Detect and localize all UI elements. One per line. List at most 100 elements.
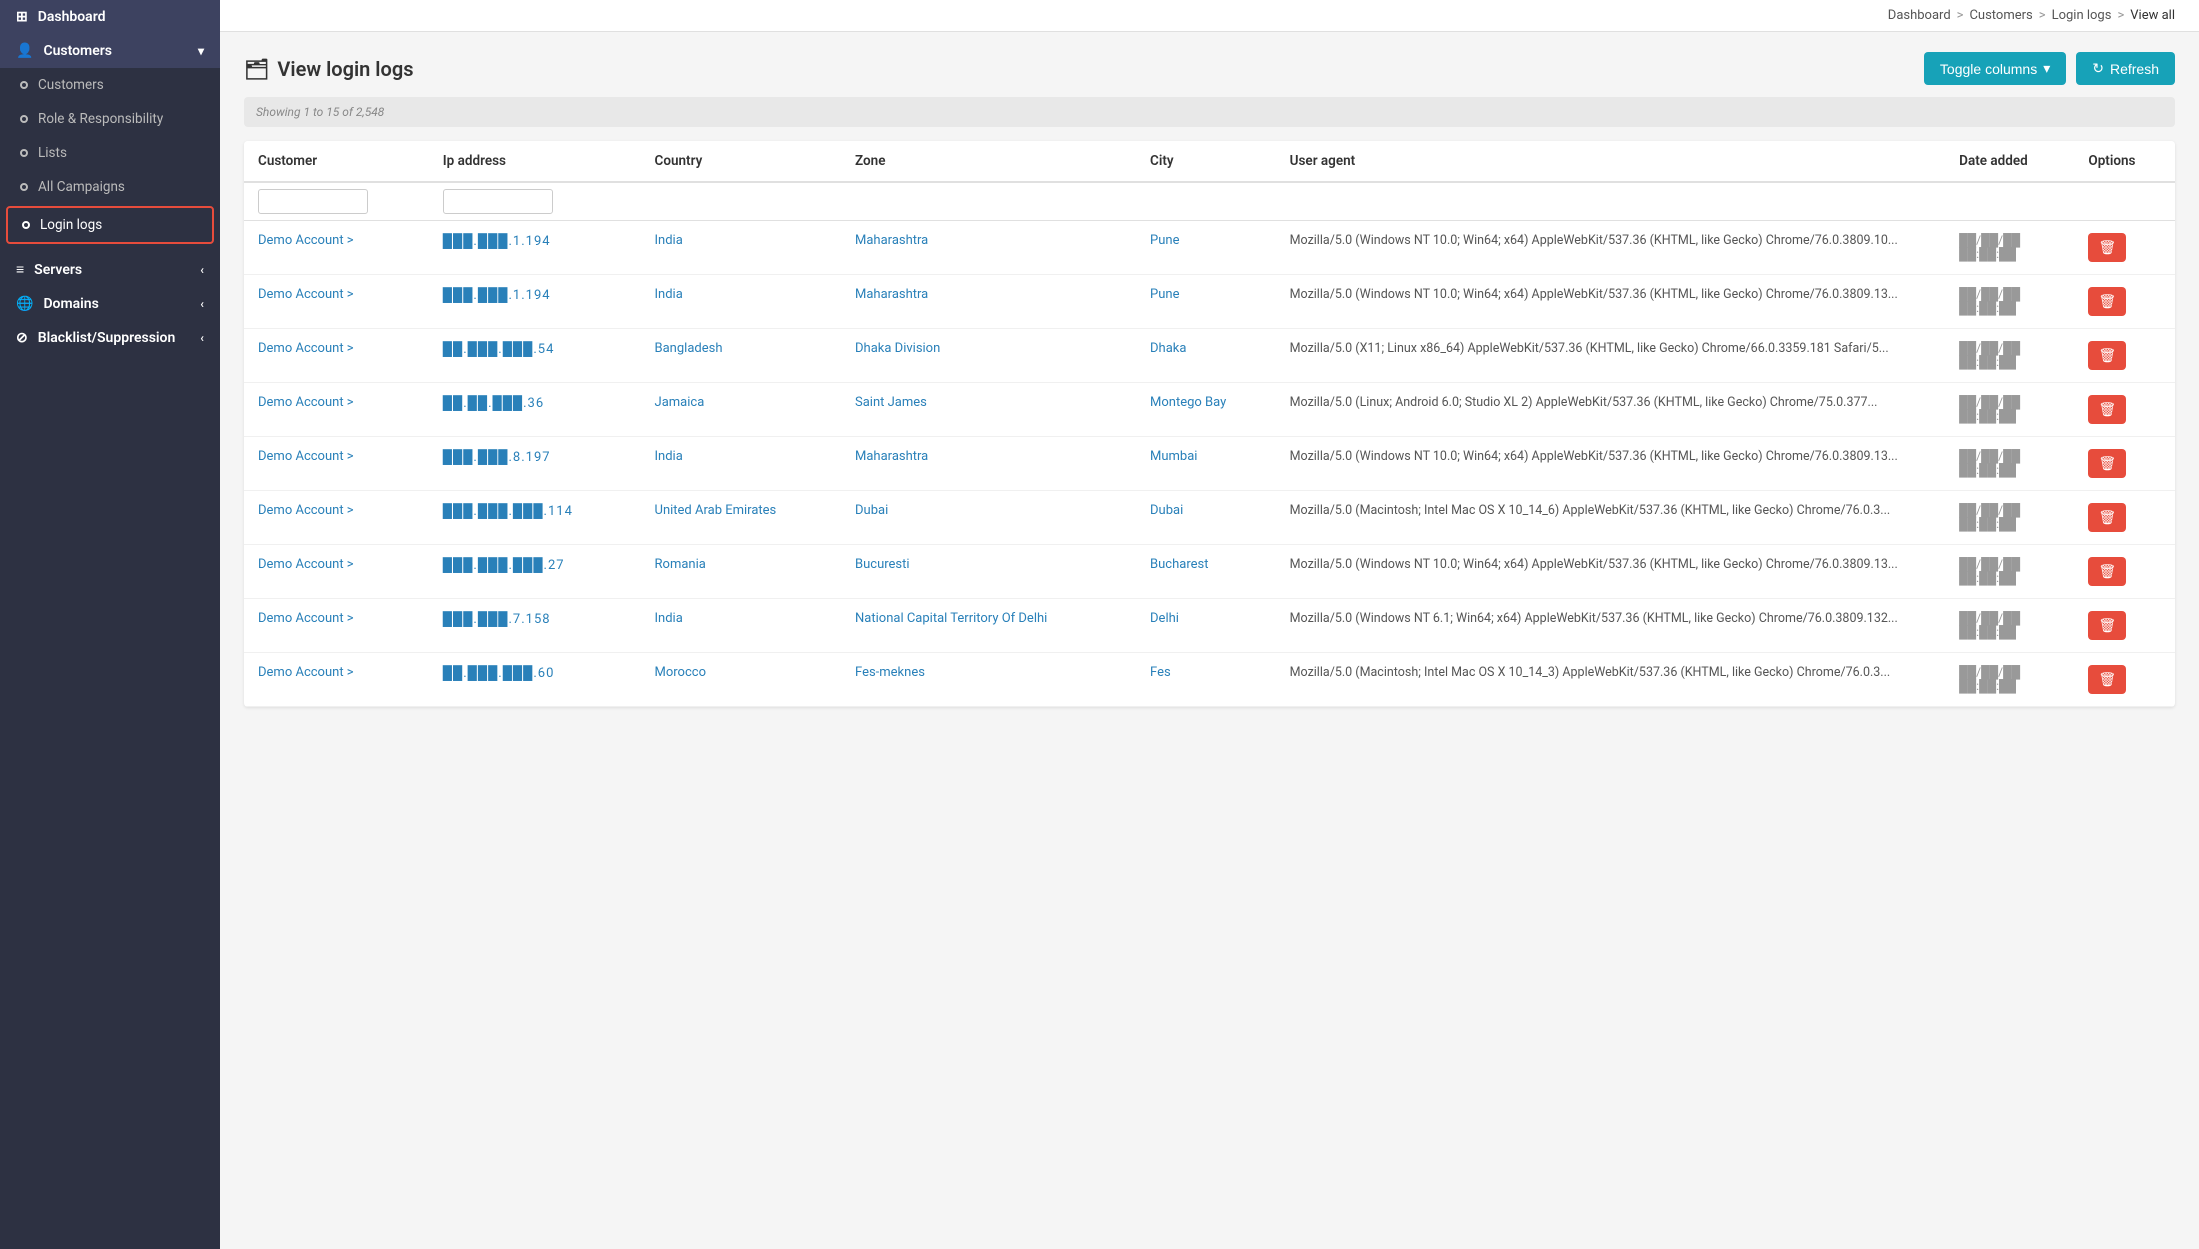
table-row: Demo Account > ███.███.███.114 United Ar… xyxy=(244,491,2175,545)
table-row: Demo Account > ██.███.███.54 Bangladesh … xyxy=(244,329,2175,383)
zone-cell: National Capital Territory Of Delhi xyxy=(841,599,1136,653)
customer-link[interactable]: Demo Account > xyxy=(258,287,415,302)
sidebar-item-servers[interactable]: ≡ Servers ‹ xyxy=(0,252,220,287)
delete-button[interactable]: 🗑 xyxy=(2088,341,2126,370)
dot-icon xyxy=(22,221,30,229)
user-agent-cell: Mozilla/5.0 (Windows NT 10.0; Win64; x64… xyxy=(1276,545,1946,599)
sidebar-item-dashboard[interactable]: ⊞ Dashboard xyxy=(0,0,220,34)
delete-button[interactable]: 🗑 xyxy=(2088,611,2126,640)
user-agent-cell: Mozilla/5.0 (Linux; Android 6.0; Studio … xyxy=(1276,383,1946,437)
customer-link[interactable]: Demo Account > xyxy=(258,503,415,518)
customer-link[interactable]: Demo Account > xyxy=(258,341,415,356)
country-cell: United Arab Emirates xyxy=(641,491,842,545)
delete-button[interactable]: 🗑 xyxy=(2088,665,2126,694)
country-cell: Jamaica xyxy=(641,383,842,437)
sidebar-item-blacklist[interactable]: ⊘ Blacklist/Suppression ‹ xyxy=(0,321,220,355)
delete-button[interactable]: 🗑 xyxy=(2088,557,2126,586)
refresh-button[interactable]: ↻ Refresh xyxy=(2076,52,2175,85)
country-cell: Romania xyxy=(641,545,842,599)
customer-cell: Demo Account > xyxy=(244,383,429,437)
dot-icon xyxy=(20,115,28,123)
chevron-left-icon: ‹ xyxy=(200,263,204,277)
sidebar-item-customers-parent[interactable]: 👤 Customers ▾ xyxy=(0,34,220,68)
delete-button[interactable]: 🗑 xyxy=(2088,287,2126,316)
date-1: ██/██/██ xyxy=(1959,449,2060,463)
zone-cell: Maharashtra xyxy=(841,437,1136,491)
user-agent-cell: Mozilla/5.0 (Macintosh; Intel Mac OS X 1… xyxy=(1276,491,1946,545)
customer-link[interactable]: Demo Account > xyxy=(258,449,415,464)
sidebar-item-login-logs[interactable]: Login logs xyxy=(6,206,214,244)
ip-address: ███.███.███.114 xyxy=(443,504,573,519)
options-cell: 🗑 xyxy=(2074,221,2175,275)
customer-cell: Demo Account > xyxy=(244,329,429,383)
country-cell: India xyxy=(641,275,842,329)
login-logs-table: Customer Ip address Country Zone City Us… xyxy=(244,141,2175,707)
ip-cell: ██.███.███.60 xyxy=(429,653,641,707)
options-cell: 🗑 xyxy=(2074,383,2175,437)
dashboard-icon: ⊞ xyxy=(16,9,28,25)
table-row: Demo Account > ███.███.1.194 India Mahar… xyxy=(244,275,2175,329)
col-country: Country xyxy=(641,141,842,182)
options-cell: 🗑 xyxy=(2074,329,2175,383)
filter-ip-input[interactable] xyxy=(443,189,553,214)
col-date-added: Date added xyxy=(1945,141,2074,182)
dot-icon xyxy=(20,183,28,191)
customer-link[interactable]: Demo Account > xyxy=(258,557,415,572)
sidebar-item-customers[interactable]: Customers xyxy=(0,68,220,102)
sidebar-item-label: Dashboard xyxy=(38,9,106,25)
delete-button[interactable]: 🗑 xyxy=(2088,395,2126,424)
col-user-agent: User agent xyxy=(1276,141,1946,182)
customer-link[interactable]: Demo Account > xyxy=(258,233,415,248)
table-header-row: Customer Ip address Country Zone City Us… xyxy=(244,141,2175,182)
filter-row xyxy=(244,182,2175,221)
col-ip: Ip address xyxy=(429,141,641,182)
delete-button[interactable]: 🗑 xyxy=(2088,503,2126,532)
sidebar-item-label: All Campaigns xyxy=(38,179,125,195)
sidebar-item-domains[interactable]: 🌐 Domains ‹ xyxy=(0,287,220,321)
ip-cell: ███.███.7.158 xyxy=(429,599,641,653)
header-actions: Toggle columns ▾ ↻ Refresh xyxy=(1924,52,2175,85)
options-cell: 🗑 xyxy=(2074,437,2175,491)
city-cell: Pune xyxy=(1136,275,1276,329)
customer-link[interactable]: Demo Account > xyxy=(258,665,415,680)
customer-cell: Demo Account > xyxy=(244,275,429,329)
breadcrumb: Dashboard > Customers > Login logs > Vie… xyxy=(220,0,2199,32)
delete-button[interactable]: 🗑 xyxy=(2088,233,2126,262)
toggle-columns-label: Toggle columns xyxy=(1940,61,2037,77)
filter-customer-input[interactable] xyxy=(258,189,368,214)
zone-cell: Fes-meknes xyxy=(841,653,1136,707)
zone-cell: Dhaka Division xyxy=(841,329,1136,383)
ip-address: ██.███.███.54 xyxy=(443,342,555,357)
sidebar-item-role-responsibility[interactable]: Role & Responsibility xyxy=(0,102,220,136)
sidebar-item-all-campaigns[interactable]: All Campaigns xyxy=(0,170,220,204)
date-2: ██:██:██ xyxy=(1959,247,2060,261)
date-2: ██:██:██ xyxy=(1959,463,2060,477)
customer-link[interactable]: Demo Account > xyxy=(258,611,415,626)
country-cell: Morocco xyxy=(641,653,842,707)
city-cell: Pune xyxy=(1136,221,1276,275)
dot-icon xyxy=(20,149,28,157)
col-city: City xyxy=(1136,141,1276,182)
breadcrumb-dashboard[interactable]: Dashboard xyxy=(1888,8,1951,23)
zone-cell: Maharashtra xyxy=(841,221,1136,275)
toggle-columns-button[interactable]: Toggle columns ▾ xyxy=(1924,52,2066,85)
table-row: Demo Account > ███.███.1.194 India Mahar… xyxy=(244,221,2175,275)
date-1: ██/██/██ xyxy=(1959,611,2060,625)
date-2: ██:██:██ xyxy=(1959,301,2060,315)
sidebar-item-label: Customers xyxy=(38,77,104,93)
delete-button[interactable]: 🗑 xyxy=(2088,449,2126,478)
customer-link[interactable]: Demo Account > xyxy=(258,395,415,410)
date-2: ██:██:██ xyxy=(1959,679,2060,693)
servers-icon: ≡ xyxy=(16,261,24,278)
breadcrumb-login-logs[interactable]: Login logs xyxy=(2052,8,2112,23)
sidebar-item-label: Login logs xyxy=(40,217,102,233)
sidebar-item-label: Domains xyxy=(43,296,98,312)
breadcrumb-current: View all xyxy=(2130,8,2175,23)
city-cell: Mumbai xyxy=(1136,437,1276,491)
date-cell: ██/██/██ ██:██:██ xyxy=(1945,653,2074,707)
sidebar-item-label: Role & Responsibility xyxy=(38,111,163,127)
sidebar-item-lists[interactable]: Lists xyxy=(0,136,220,170)
breadcrumb-customers[interactable]: Customers xyxy=(1969,8,2032,23)
table-row: Demo Account > ██.██.███.36 Jamaica Sain… xyxy=(244,383,2175,437)
date-cell: ██/██/██ ██:██:██ xyxy=(1945,545,2074,599)
